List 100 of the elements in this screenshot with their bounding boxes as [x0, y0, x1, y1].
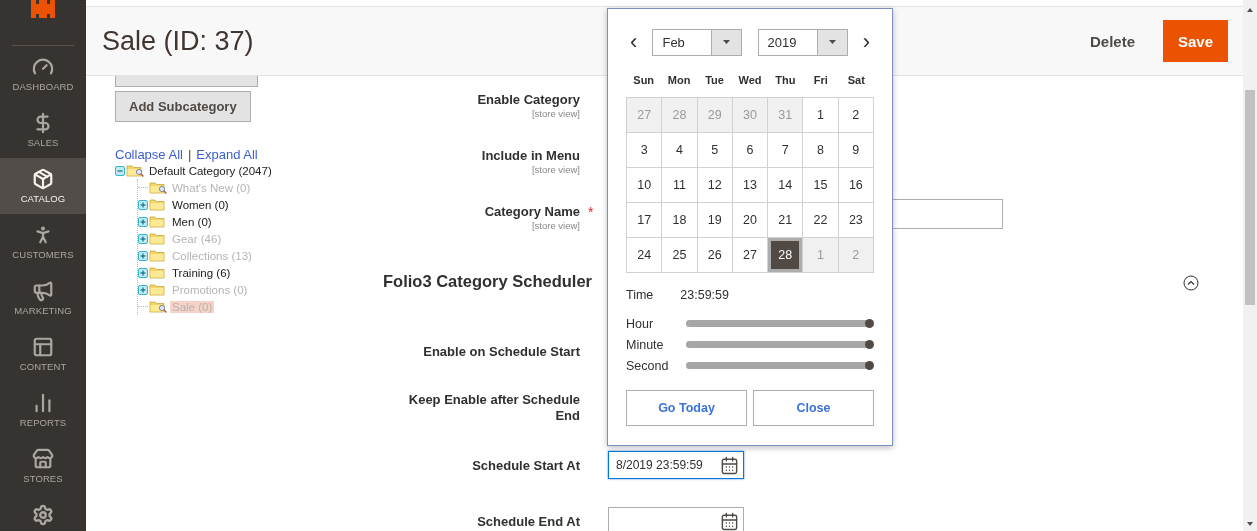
time-label: Time — [626, 288, 654, 302]
calendar-icon[interactable] — [720, 511, 739, 531]
go-today-button[interactable]: Go Today — [626, 390, 747, 426]
day-cell[interactable]: 11 — [662, 168, 698, 203]
next-month-button[interactable]: › — [862, 31, 870, 53]
day-cell[interactable]: 12 — [697, 168, 733, 203]
field-label: Enable on Schedule Start — [423, 344, 580, 360]
close-button[interactable]: Close — [753, 390, 874, 426]
date-field[interactable] — [608, 507, 744, 531]
day-cell[interactable]: 9 — [838, 133, 874, 168]
date-value: 8/2019 23:59:59 — [616, 458, 704, 472]
add-subcategory-button[interactable]: Add Subcategory — [115, 91, 251, 122]
day-cell[interactable]: 24 — [627, 238, 663, 273]
field-label: Keep Enable after Schedule End — [407, 392, 580, 424]
weekday-label: Wed — [737, 74, 763, 86]
tree-item[interactable]: Men (0) — [170, 215, 214, 228]
expand-toggle-icon[interactable] — [138, 216, 148, 227]
field-label: Category Name — [484, 204, 580, 220]
megaphone-icon — [32, 280, 54, 302]
settings-icon[interactable] — [32, 504, 54, 526]
scope-note: [store view] — [531, 164, 580, 175]
day-cell[interactable]: 2 — [838, 98, 874, 133]
folder-icon — [149, 232, 168, 245]
scrollbar[interactable] — [1243, 0, 1257, 531]
logo-icon[interactable] — [28, 0, 58, 20]
weekday-label: Sun — [632, 74, 656, 86]
day-cell[interactable]: 1 — [803, 98, 839, 133]
expand-toggle-icon[interactable] — [138, 267, 148, 278]
weekday-label: Tue — [704, 74, 725, 86]
collapse-toggle-icon[interactable] — [115, 165, 125, 176]
folder-icon — [149, 249, 168, 262]
day-cell[interactable]: 23 — [838, 203, 874, 238]
day-cell[interactable]: 4 — [662, 133, 698, 168]
slider-thumb[interactable] — [865, 361, 874, 370]
previous-month-button[interactable]: ‹ — [630, 31, 638, 53]
day-cell[interactable]: 6 — [732, 133, 769, 168]
day-cell[interactable]: 14 — [768, 168, 804, 203]
weekday-label: Sat — [846, 74, 866, 86]
page-title: Sale (ID: 37) — [102, 25, 254, 57]
slider-thumb[interactable] — [865, 340, 874, 349]
day-cell[interactable]: 17 — [627, 203, 663, 238]
day-cell[interactable]: 3 — [627, 133, 663, 168]
weekday-label: Mon — [666, 74, 692, 86]
year-select[interactable]: 2019 — [757, 28, 848, 56]
caret-icon — [828, 40, 836, 44]
day-cell[interactable]: 27 — [732, 238, 769, 273]
day-cell[interactable]: 26 — [697, 238, 733, 273]
bar-chart-icon — [32, 392, 54, 414]
scope-note: [store view] — [531, 108, 580, 119]
expand-toggle-icon[interactable] — [138, 199, 148, 210]
tree-item[interactable]: Default Category (2047) — [147, 164, 274, 177]
folder-search-icon — [149, 300, 168, 313]
day-cell[interactable]: 5 — [697, 133, 733, 168]
day-cell[interactable]: 8 — [803, 133, 839, 168]
calendar-icon[interactable] — [720, 455, 739, 475]
slider-label: Hour — [626, 316, 655, 331]
folder-icon — [149, 283, 168, 296]
nav-item[interactable]: CATALOG — [0, 158, 86, 214]
folder-icon — [149, 215, 168, 228]
slider-thumb[interactable] — [865, 319, 874, 328]
expand-toggle-icon[interactable] — [138, 284, 148, 295]
nav-item[interactable]: REPORTS — [0, 382, 86, 438]
scope-note: [store view] — [531, 220, 580, 231]
day-cell[interactable]: 20 — [732, 203, 769, 238]
collapse-icon[interactable] — [1183, 275, 1199, 291]
nav-item[interactable]: DASHBOARD — [0, 46, 86, 102]
day-cell[interactable]: 19 — [697, 203, 733, 238]
nav-item[interactable]: CUSTOMERS — [0, 214, 86, 270]
day-cell[interactable]: 21 — [768, 203, 804, 238]
expand-toggle-icon[interactable] — [138, 250, 148, 261]
slider-label: Minute — [626, 337, 665, 352]
store-icon — [32, 448, 54, 470]
expand-all-link[interactable]: Expand All — [196, 147, 258, 162]
day-cell[interactable]: 16 — [838, 168, 874, 203]
field-label: Enable Category — [477, 92, 580, 108]
folder-icon — [149, 198, 168, 211]
nav-item[interactable]: STORES — [0, 438, 86, 494]
delete-button[interactable]: Delete — [1089, 24, 1135, 58]
tree-item[interactable]: Training (6) — [170, 266, 233, 279]
section-title: Folio3 Category Scheduler — [383, 272, 593, 291]
day-cell[interactable]: 7 — [768, 133, 804, 168]
day-cell[interactable]: 28 — [768, 238, 804, 273]
day-cell[interactable]: 22 — [803, 203, 839, 238]
nav-item[interactable]: CONTENT — [0, 326, 86, 382]
day-cell[interactable]: 10 — [627, 168, 663, 203]
save-button[interactable]: Save — [1163, 20, 1228, 62]
nav-item[interactable]: SALES — [0, 102, 86, 158]
nav-item[interactable]: MARKETING — [0, 270, 86, 326]
day-cell[interactable]: 13 — [732, 168, 769, 203]
month-select[interactable]: Feb — [652, 28, 743, 56]
date-field[interactable]: 8/2019 23:59:59 — [608, 451, 744, 479]
folder-icon — [149, 266, 168, 279]
expand-toggle-icon[interactable] — [138, 233, 148, 244]
field-label: Schedule Start At — [472, 458, 580, 474]
day-cell[interactable]: 25 — [662, 238, 698, 273]
day-cell[interactable]: 18 — [662, 203, 698, 238]
collapse-all-link[interactable]: Collapse All — [115, 147, 183, 162]
day-cell[interactable]: 15 — [803, 168, 839, 203]
layout-icon — [32, 336, 54, 358]
tree-item[interactable]: Women (0) — [170, 198, 231, 211]
